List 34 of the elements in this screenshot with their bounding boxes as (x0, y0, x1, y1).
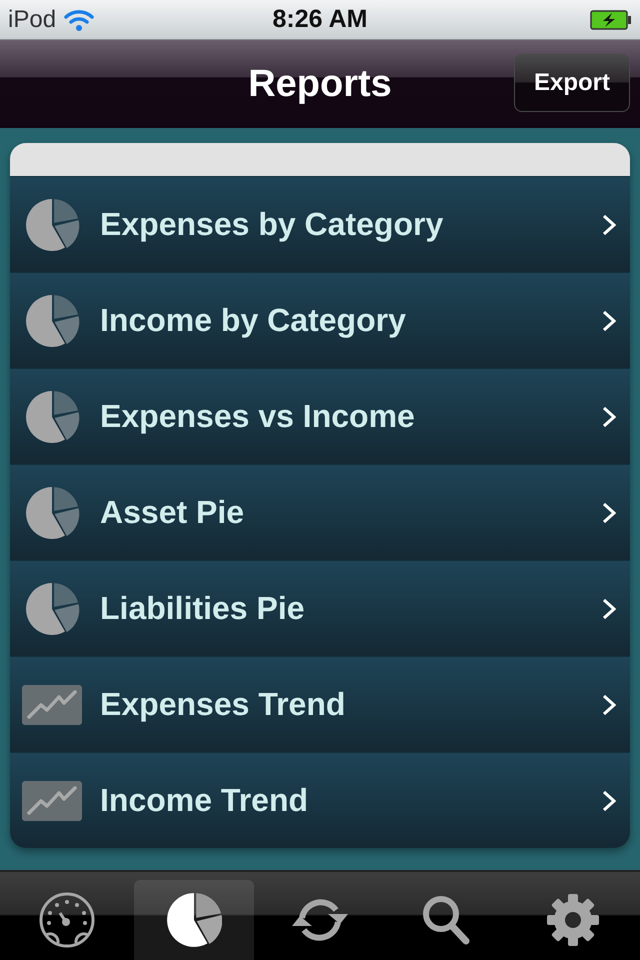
report-title: Liabilities Pie (100, 590, 306, 627)
carrier-name: iPod (8, 6, 56, 34)
report-title: Expenses by Category (100, 206, 444, 243)
screen-title: Reports (248, 62, 392, 106)
trend-chart-icon (22, 780, 82, 820)
gauge-icon (38, 891, 96, 949)
chevron-icon (602, 694, 616, 716)
chevron-icon (602, 502, 616, 524)
report-row[interactable]: Liabilities Pie (10, 560, 630, 656)
report-row[interactable]: Expenses Trend (10, 656, 630, 752)
report-title: Income Trend (100, 782, 310, 819)
settings-icon (546, 893, 600, 947)
chevron-icon (602, 214, 616, 236)
report-title: Expenses Trend (100, 686, 346, 723)
search-icon (421, 894, 472, 946)
chevron-icon (602, 598, 616, 620)
report-title: Asset Pie (100, 494, 246, 531)
tab[interactable] (134, 880, 254, 960)
chevron-icon (602, 406, 616, 428)
report-row[interactable]: Expenses vs Income (10, 368, 630, 464)
chevron-icon (602, 790, 616, 812)
export-button[interactable]: Export (514, 54, 630, 112)
report-title: Income by Category (100, 302, 407, 339)
pie-chart-icon (166, 892, 222, 948)
trend-chart-icon (22, 684, 82, 724)
report-row[interactable]: Asset Pie (10, 464, 630, 560)
report-title: Expenses vs Income (100, 398, 416, 435)
clock-time: 8:26 AM (272, 5, 368, 34)
chevron-icon (602, 310, 616, 332)
report-row[interactable]: Income by Category (10, 272, 630, 368)
report-row[interactable]: Expenses by Category (10, 176, 630, 272)
battery-icon (590, 10, 632, 30)
report-row[interactable]: Income Trend (10, 752, 630, 848)
wifi-icon (64, 8, 94, 30)
